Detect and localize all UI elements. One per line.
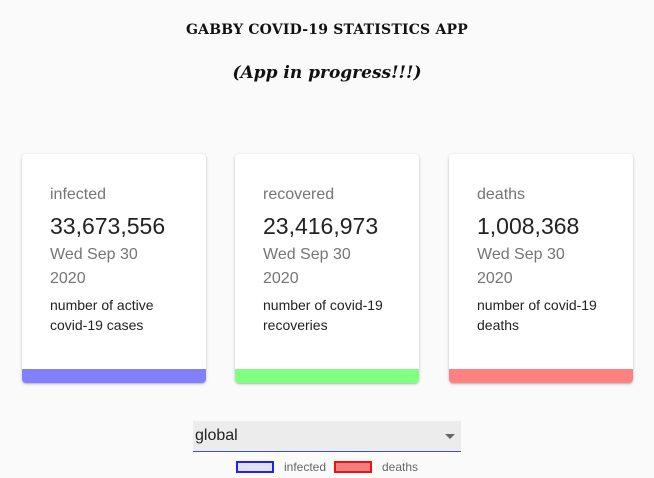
country-select-value: global — [195, 427, 238, 444]
recovered-color-bar — [235, 369, 419, 383]
recovered-card: recovered 23,416,973 Wed Sep 30 2020 num… — [235, 154, 419, 383]
deaths-card: deaths 1,008,368 Wed Sep 30 2020 number … — [449, 154, 633, 383]
app-subtitle: (App in progress!!!) — [232, 63, 422, 83]
card-value: 1,008,368 — [477, 213, 580, 239]
card-date: Wed Sep 30 2020 — [263, 246, 351, 287]
card-description: number of covid-19 recoveries — [263, 297, 383, 333]
card-label: infected — [50, 186, 107, 203]
card-description: number of active covid-19 cases — [50, 297, 154, 333]
legend-label: infected — [284, 460, 327, 474]
app-title: GABBY COVID-19 STATISTICS APP — [186, 22, 468, 38]
deaths-color-bar — [449, 369, 633, 383]
card-description: number of covid-19 deaths — [477, 297, 597, 333]
legend-swatch-deaths — [334, 461, 372, 473]
legend-label: deaths — [382, 460, 419, 474]
card-label: deaths — [477, 186, 526, 203]
dropdown-arrow-icon[interactable] — [445, 434, 455, 439]
card-date: Wed Sep 30 2020 — [50, 246, 138, 287]
card-date: Wed Sep 30 2020 — [477, 246, 565, 287]
card-label: recovered — [263, 186, 335, 203]
chart-legend: infected deaths — [0, 459, 654, 477]
infected-color-bar — [22, 369, 206, 383]
card-value: 33,673,556 — [50, 213, 166, 239]
infected-card: infected 33,673,556 Wed Sep 30 2020 numb… — [22, 154, 206, 383]
legend-swatch-infected — [236, 461, 274, 473]
country-select[interactable]: global — [193, 421, 461, 452]
card-value: 23,416,973 — [263, 213, 379, 239]
